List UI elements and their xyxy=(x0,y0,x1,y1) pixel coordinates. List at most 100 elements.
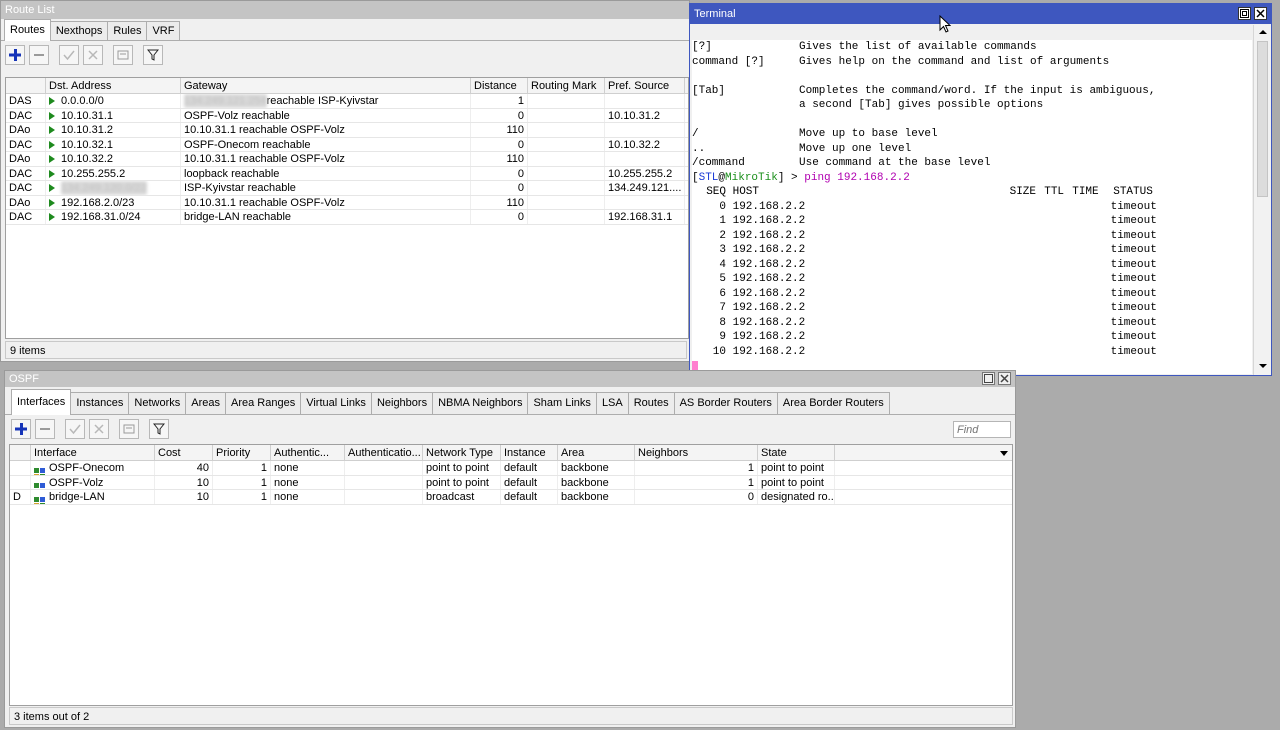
ospf-close-button[interactable] xyxy=(998,372,1011,385)
table-row[interactable]: DAo 10.10.31.2 10.10.31.1 reachable OSPF-V… xyxy=(6,123,688,138)
ospf-maximize-button[interactable] xyxy=(982,372,995,385)
ping-status: timeout xyxy=(1110,316,1157,329)
ospf-cost: 10 xyxy=(155,490,213,504)
route-flags: DAC xyxy=(6,137,46,151)
tab-networks[interactable]: Networks xyxy=(128,392,187,414)
route-list-titlebar[interactable]: Route List xyxy=(1,1,689,19)
disable-button[interactable] xyxy=(83,45,103,65)
comment-button[interactable] xyxy=(119,419,139,439)
ospf-priority: 1 xyxy=(213,490,271,504)
column-header[interactable]: Instance xyxy=(501,445,558,460)
column-header[interactable] xyxy=(10,445,31,460)
table-row[interactable]: DAC 10.10.32.1 OSPF-Onecom reachable 0 10.10… xyxy=(6,137,688,152)
table-row[interactable]: Dbridge-LAN 10 1 none broadcast default backbo… xyxy=(10,490,1012,505)
tab-instances[interactable]: Instances xyxy=(70,392,130,414)
route-pref-source: 134.249.121.... xyxy=(605,181,685,195)
close-button[interactable] xyxy=(1254,7,1267,20)
column-header[interactable] xyxy=(6,78,46,93)
scroll-down-icon[interactable] xyxy=(1254,359,1272,373)
terminal-output[interactable]: [?] Gives the list of available commands c… xyxy=(692,40,1252,374)
maximize-button[interactable] xyxy=(1238,7,1251,20)
terminal-titlebar[interactable]: Terminal xyxy=(690,4,1271,24)
routes-table-body: DAS 0.0.0.0/0 134.249.121.254reachable ISP… xyxy=(6,94,688,225)
tab-vrf[interactable]: VRF xyxy=(146,21,181,40)
column-header[interactable]: Distance xyxy=(471,78,528,93)
find-input[interactable] xyxy=(953,421,1011,438)
scroll-thumb[interactable] xyxy=(1257,41,1268,197)
scroll-up-icon[interactable] xyxy=(1254,25,1272,39)
help-line xyxy=(692,113,1252,128)
help-line: [?] Gives the list of available commands xyxy=(692,40,1252,55)
ping-seq: 9 xyxy=(719,331,726,343)
filter-button[interactable] xyxy=(143,45,163,65)
enable-button[interactable] xyxy=(65,419,85,439)
column-header[interactable]: Authentic... xyxy=(271,445,345,460)
add-button[interactable] xyxy=(11,419,31,439)
ospf-neighbors: 1 xyxy=(635,461,758,475)
column-menu-dropdown-icon[interactable] xyxy=(998,447,1010,459)
enable-button[interactable] xyxy=(59,45,79,65)
route-gateway: 10.10.31.1 reachable OSPF-Volz xyxy=(181,195,471,209)
column-header[interactable]: Authenticatio... xyxy=(345,445,423,460)
tab-sham-links[interactable]: Sham Links xyxy=(527,392,597,414)
help-line: [Tab] Completes the command/word. If the … xyxy=(692,84,1252,99)
route-dst-address: 10.10.32.2 xyxy=(46,152,181,166)
table-row[interactable]: DAo 192.168.2.0/23 10.10.31.1 reachable OS… xyxy=(6,195,688,210)
route-pref-source xyxy=(605,195,685,209)
tab-interfaces[interactable]: Interfaces xyxy=(11,389,72,415)
tab-area-border-routers[interactable]: Area Border Routers xyxy=(776,392,890,414)
column-header[interactable]: State xyxy=(758,445,835,460)
column-header[interactable]: Priority xyxy=(213,445,271,460)
prompt-user: STL xyxy=(698,171,719,184)
table-row[interactable]: DAC 10.10.31.1 OSPF-Volz reachable 0 10.10.3… xyxy=(6,108,688,123)
terminal-window: Terminal [?] Gives the list of available … xyxy=(689,3,1272,376)
column-header[interactable]: Neighbors xyxy=(635,445,758,460)
column-header[interactable]: Interface xyxy=(31,445,155,460)
disable-button[interactable] xyxy=(89,419,109,439)
tab-lsa[interactable]: LSA xyxy=(595,392,629,414)
ospf-flag xyxy=(10,475,31,489)
column-header[interactable]: Pref. Source xyxy=(605,78,685,93)
tab-neighbors[interactable]: Neighbors xyxy=(370,392,434,414)
remove-button[interactable] xyxy=(35,419,55,439)
ping-seq: 7 xyxy=(719,302,726,314)
terminal-scrollbar[interactable] xyxy=(1253,25,1271,375)
add-button[interactable] xyxy=(5,45,25,65)
minus-icon xyxy=(40,428,50,430)
filter-button[interactable] xyxy=(149,419,169,439)
table-row[interactable]: DAC 134.249.120.0/22 ISP-Kyivstar reachabl… xyxy=(6,181,688,196)
ospf-titlebar[interactable]: OSPF xyxy=(5,371,1015,387)
table-row[interactable]: DAo 10.10.32.2 10.10.31.1 reachable OSPF-V… xyxy=(6,152,688,167)
route-pref-source xyxy=(605,152,685,166)
tab-virtual-links[interactable]: Virtual Links xyxy=(300,392,372,414)
tab-rules[interactable]: Rules xyxy=(107,21,148,40)
column-header[interactable]: Cost xyxy=(155,445,213,460)
column-header[interactable]: Routing Mark xyxy=(528,78,605,93)
column-header[interactable]: Gateway xyxy=(181,78,471,93)
ospf-state: point to point xyxy=(758,475,835,489)
table-row[interactable]: OSPF-Onecom 40 1 none point to point default b… xyxy=(10,461,1012,476)
table-row[interactable]: DAC 10.255.255.2 loopback reachable 0 10.255… xyxy=(6,166,688,181)
tab-nexthops[interactable]: Nexthops xyxy=(49,21,109,40)
tab-nbma-neighbors[interactable]: NBMA Neighbors xyxy=(432,392,529,414)
comment-button[interactable] xyxy=(113,45,133,65)
tab-areas[interactable]: Areas xyxy=(185,392,226,414)
tab-routes[interactable]: Routes xyxy=(4,19,51,41)
table-row[interactable]: DAC 192.168.31.0/24 bridge-LAN reachable 0 1… xyxy=(6,210,688,225)
ping-status: timeout xyxy=(1110,229,1157,242)
tab-area-ranges[interactable]: Area Ranges xyxy=(225,392,302,414)
route-distance: 0 xyxy=(471,108,528,122)
ospf-net-type: point to point xyxy=(423,475,501,489)
plus-icon xyxy=(15,423,27,435)
tab-as-border-routers[interactable]: AS Border Routers xyxy=(673,392,778,414)
route-flags: DAo xyxy=(6,195,46,209)
column-header[interactable]: Dst. Address xyxy=(46,78,181,93)
column-header[interactable]: Area xyxy=(558,445,635,460)
remove-button[interactable] xyxy=(29,45,49,65)
ping-col-seq: SEQ xyxy=(706,186,726,198)
ping-seq: 6 xyxy=(719,287,726,300)
tab-routes[interactable]: Routes xyxy=(627,392,675,414)
table-row[interactable]: OSPF-Volz 10 1 none point to point default bac… xyxy=(10,475,1012,490)
table-row[interactable]: DAS 0.0.0.0/0 134.249.121.254reachable ISP… xyxy=(6,94,688,109)
column-header[interactable]: Network Type xyxy=(423,445,501,460)
